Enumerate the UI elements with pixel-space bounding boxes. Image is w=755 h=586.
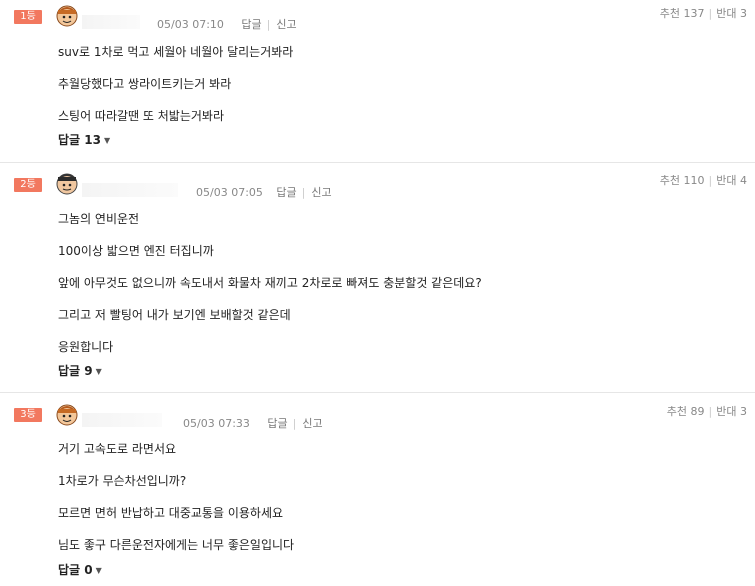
replies-toggle[interactable]: 답글 13 ▼ <box>58 131 110 148</box>
reply-button[interactable]: 답글 <box>241 18 261 31</box>
vote-counts: 추천 89 | 반대 3 <box>666 405 747 418</box>
replies-toggle[interactable]: 답글 9 ▼ <box>58 362 102 379</box>
replies-toggle[interactable]: 답글 0 ▼ <box>58 561 102 578</box>
nickname-redacted <box>82 413 162 427</box>
caret-down-icon: ▼ <box>95 566 102 575</box>
nickname-redacted <box>82 183 178 197</box>
rank-badge: 3등 <box>14 408 42 422</box>
oppose-count[interactable]: 반대 3 <box>716 405 747 418</box>
oppose-count[interactable]: 반대 3 <box>716 7 747 20</box>
rank-badge: 1등 <box>14 10 42 24</box>
nickname-redacted <box>82 15 140 29</box>
replies-count: 답글 13 <box>58 133 101 147</box>
comment-time: 05/03 07:10 <box>157 18 224 31</box>
comment-line: 추월당했다고 쌍라이트키는거 봐라 <box>58 77 232 91</box>
comment-line: 그리고 저 빨팅어 내가 보기엔 보배할것 같은데 <box>58 308 291 322</box>
comment-line: 앞에 아무것도 없으니까 속도내서 화물차 재끼고 2차로로 빠져도 충분할것 … <box>58 276 482 290</box>
comment-meta: 05/03 07:05 답글 | 신고 <box>196 186 332 199</box>
avatar[interactable] <box>56 173 78 195</box>
recommend-count[interactable]: 추천 89 <box>667 405 705 418</box>
vote-counts: 추천 110 | 반대 4 <box>659 174 747 187</box>
report-button[interactable]: 신고 <box>302 417 322 430</box>
replies-count: 답글 0 <box>58 563 93 577</box>
replies-count: 답글 9 <box>58 364 93 378</box>
caret-down-icon: ▼ <box>103 136 111 145</box>
report-button[interactable]: 신고 <box>276 18 296 31</box>
rank-badge: 2등 <box>14 178 42 192</box>
comment-time: 05/03 07:33 <box>183 417 250 430</box>
comment-meta: 05/03 07:10 답글 | 신고 <box>157 18 297 31</box>
report-button[interactable]: 신고 <box>311 186 331 199</box>
comment-line: 거기 고속도로 라면서요 <box>58 442 177 456</box>
avatar[interactable] <box>56 404 78 426</box>
avatar[interactable] <box>56 5 78 27</box>
divider <box>0 392 755 393</box>
divider <box>0 162 755 163</box>
recommend-count[interactable]: 추천 110 <box>660 174 705 187</box>
comment-meta: 05/03 07:33 답글 | 신고 <box>183 417 323 430</box>
comment-line: 100이상 밟으면 엔진 터집니까 <box>58 244 214 258</box>
comment-line: 님도 좋구 다른운전자에게는 너무 좋은일입니다 <box>58 538 295 552</box>
comment-time: 05/03 07:05 <box>196 186 263 199</box>
caret-down-icon: ▼ <box>95 367 102 376</box>
comment-line: 응원합니다 <box>58 340 114 354</box>
comment-line: 1차로가 무슨차선입니까? <box>58 474 187 488</box>
reply-button[interactable]: 답글 <box>267 417 287 430</box>
comment-line: suv로 1차로 먹고 세월아 네월아 달리는거봐라 <box>58 45 294 59</box>
vote-counts: 추천 137 | 반대 3 <box>659 7 747 20</box>
comment-line: 스팅어 따라갈땐 또 처밟는거봐라 <box>58 109 225 123</box>
comment-line: 모르면 면허 반납하고 대중교통을 이용하세요 <box>58 506 284 520</box>
reply-button[interactable]: 답글 <box>276 186 296 199</box>
oppose-count[interactable]: 반대 4 <box>716 174 747 187</box>
recommend-count[interactable]: 추천 137 <box>660 7 705 20</box>
comment-line: 그놈의 연비운전 <box>58 212 140 226</box>
